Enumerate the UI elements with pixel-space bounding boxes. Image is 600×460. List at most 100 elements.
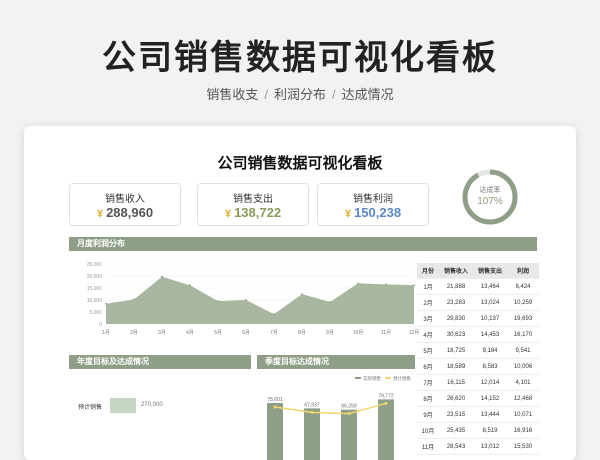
table-cell: 18,589 [446,363,466,370]
kpi-revenue-label: 销售收入 [105,194,145,205]
kpi-profit-number: 150,238 [354,205,402,220]
annual-target-bar [110,398,136,413]
column-header: 月份 [421,269,434,275]
table-cell: 14,453 [480,331,500,338]
table-cell: 10,071 [513,411,533,418]
target-point [273,405,277,409]
subtitle-separator: / [332,87,336,102]
table-cell: 9月 [423,413,433,419]
x-tick-label: 8月 [298,330,306,336]
dashboard-card: 公司销售数据可视化看板 销售收入 ¥288,960 销售支出 ¥138,722 … [24,126,576,460]
x-tick-label: 9月 [326,330,334,336]
table-cell: 8,424 [515,283,531,290]
data-point [329,301,331,303]
bar-value-label: 75,001 [267,397,283,403]
data-point [357,282,359,285]
bar-value-label: 66,259 [341,404,357,410]
quarter-bar [378,399,394,460]
y-tick-label: 25,000 [87,262,103,268]
data-point [385,283,387,286]
table-cell: 6月 [423,365,433,371]
y-tick-label: 10,000 [87,298,103,304]
legend-swatch [385,377,391,379]
table-cell: 28,543 [446,443,466,450]
table-cell: 4,101 [515,379,531,386]
area-series [106,276,414,324]
table-cell: 13,444 [480,411,500,418]
coin-icon: ¥ [96,208,104,220]
data-point [133,298,135,301]
table-row: 11月 28,543 13,012 15,530 [417,439,539,455]
table-cell: 8,519 [482,427,498,434]
subtitle-part-3: 达成情况 [341,87,394,102]
column-header: 销售收入 [443,269,468,275]
table-cell: 16,170 [513,331,533,338]
table-header: 月份 销售收入 销售支出 利润 [417,263,539,279]
table-cell: 16,916 [513,427,533,434]
y-tick-label: 15,000 [87,286,103,292]
x-tick-label: 2月 [130,330,138,336]
target-line [274,402,387,415]
data-point [217,300,219,302]
hero-subtitle: 销售收支 / 利润分布 / 达成情况 [0,84,600,103]
kpi-expense: 销售支出 ¥138,722 [197,183,309,226]
table-row: 9月 23,515 13,444 10,071 [417,407,539,423]
table-cell: 3月 [423,317,433,323]
data-point [273,313,275,315]
table-row: 2月 23,283 13,024 10,259 [417,295,539,311]
table-cell: 29,830 [446,315,466,322]
table-cell: 10月 [421,429,435,435]
x-tick-label: 4月 [186,330,194,336]
table-cell: 8,583 [482,363,498,370]
kpi-profit-value: ¥150,238 [318,205,428,220]
data-point [189,284,191,286]
bar-value-label: 67,937 [304,402,320,408]
data-point [301,293,303,295]
monthly-table: 月份 销售收入 销售支出 利润 1月 21,888 13,464 8,424 2月 23,283 1… [417,263,539,455]
annual-target-value: 270,000 [141,402,163,408]
hero-title: 公司销售数据可视化看板 [102,39,498,77]
table-row: 1月 21,888 13,464 8,424 [417,279,539,295]
table-cell: 11月 [421,445,435,451]
table-cell: 13,012 [480,443,500,450]
table-cell: 19,693 [513,315,533,322]
annual-target-label: 预计销售 [78,405,103,411]
kpi-revenue-value: ¥288,960 [70,205,180,220]
table-cell: 9,184 [482,347,498,354]
kpi-profit: 销售利润 ¥150,238 [317,183,429,226]
table-cell: 13,024 [480,299,500,306]
achievement-value: 107% [477,196,503,207]
table-row: 7月 16,115 12,014 4,101 [417,375,539,391]
table-cell: 26,620 [446,395,466,402]
subtitle-separator: / [264,87,268,102]
column-header: 销售支出 [477,269,502,275]
table-cell: 10,259 [513,299,533,306]
table-cell: 7月 [423,381,433,387]
table-cell: 9,541 [515,347,531,354]
section-quarterly-header: 季度目标达成情况 [257,355,415,369]
table-cell: 16,115 [447,379,465,386]
kpi-expense-number: 138,722 [234,205,282,220]
table-cell: 25,435 [446,427,466,434]
table-cell: 15,530 [513,443,533,450]
table-cell: 14,152 [480,395,500,402]
table-cell: 5月 [423,349,433,355]
y-tick-label: 0 [99,322,102,328]
target-point [347,412,351,416]
table-cell: 1月 [423,285,433,291]
table-cell: 8月 [423,397,433,403]
quarter-bar [304,408,320,460]
quarterly-chart: 实际销售 预计销售 75,001 67,937 66,259 79,772 [267,375,411,460]
section-monthly-header: 月度利润分布 [69,237,537,251]
table-cell: 10,137 [480,315,500,322]
kpi-expense-label: 销售支出 [233,194,273,205]
target-point [310,410,314,414]
kpi-expense-value: ¥138,722 [198,205,308,220]
data-point [105,302,107,305]
table-cell: 13,464 [480,283,500,290]
data-point [161,275,163,278]
table-cell: 12,014 [480,379,500,386]
table-cell: 23,515 [446,411,466,418]
bar-value-label: 79,772 [378,393,394,399]
table-cell: 12,468 [513,395,533,402]
